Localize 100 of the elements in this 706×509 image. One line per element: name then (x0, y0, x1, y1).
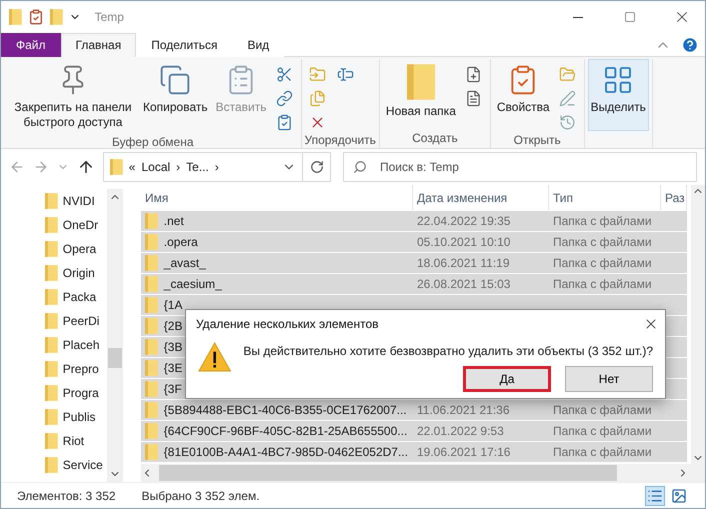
folder-icon (45, 361, 58, 377)
type-cell: Папка с файлами (553, 445, 652, 459)
folder-name[interactable]: Publis (62, 410, 96, 424)
file-row[interactable]: .opera 05.10.2021 10:10 Папка с файлами (141, 232, 687, 253)
folder-icon (145, 402, 158, 418)
file-name: {3F (164, 382, 182, 396)
folder-icon (145, 360, 158, 376)
breadcrumb[interactable]: « (128, 160, 136, 174)
folder-icon (145, 339, 158, 355)
pencil-icon (559, 90, 576, 106)
folder-name[interactable]: Placeh (62, 338, 100, 352)
folder-name[interactable]: Progra (62, 386, 99, 400)
breadcrumb[interactable]: Te... (186, 160, 209, 174)
refresh-button[interactable] (303, 152, 331, 182)
dialog-title: Удаление нескольких элементов (196, 317, 380, 331)
type-cell: Папка с файлами (553, 403, 652, 417)
column-header[interactable]: Дата изменения (413, 185, 549, 210)
dialog-message: Вы действительно хотите безвозвратно удалить эти объекты (3 352 шт.)? (243, 344, 653, 358)
folder-icon (45, 289, 58, 305)
help-icon[interactable] (681, 36, 699, 54)
folder-icon (45, 313, 58, 329)
ribbon-button[interactable]: Свойства (494, 59, 553, 133)
new-file-icon (465, 66, 482, 82)
column-header[interactable]: Раз (661, 185, 687, 210)
file-name: .opera (164, 235, 198, 249)
file-name: {3E (164, 361, 182, 375)
ribbon-tab[interactable]: Главная (60, 33, 136, 57)
folder-icon (50, 9, 63, 25)
breadcrumb[interactable]: › (176, 160, 180, 174)
image-icon (671, 488, 687, 504)
folder-icon (45, 241, 58, 257)
horizontal-scrollbar[interactable] (141, 464, 705, 482)
date-cell: 22.04.2022 19:35 (417, 214, 510, 228)
link-icon (276, 90, 293, 106)
group-label: Создать (411, 131, 459, 147)
ribbon-button[interactable]: Закрепить на панели быстрого доступа (8, 59, 138, 135)
file-row[interactable]: _caesium_ 26.08.2021 15:03 Папка с файлами (141, 274, 687, 295)
properties-icon[interactable] (28, 9, 44, 25)
group-label: Упорядочить (304, 133, 376, 148)
folder-name[interactable]: Origin (62, 266, 95, 280)
scrollbar[interactable] (691, 185, 705, 464)
dialog-button[interactable]: Да (463, 366, 551, 392)
folder-name[interactable]: Opera (62, 242, 96, 256)
folder-icon (145, 213, 158, 229)
ribbon-button[interactable]: Новая папка (382, 59, 459, 131)
folder-name[interactable]: NVIDI (62, 194, 95, 208)
history-icon (559, 114, 576, 130)
type-cell: Папка с файлами (553, 256, 652, 270)
folder-icon (45, 337, 58, 353)
folder-icon (45, 409, 58, 425)
folder-icon (145, 234, 158, 250)
search-field[interactable]: Поиск в: Temp (343, 152, 697, 182)
folder-icon (145, 381, 158, 397)
folder-name[interactable]: Service (62, 458, 103, 472)
folder-name[interactable]: Prepro (62, 362, 99, 376)
document-icon (465, 90, 482, 106)
folder-name[interactable]: Riot (62, 434, 84, 448)
ribbon-button[interactable]: Выделить (588, 59, 649, 131)
group-label: Буфер обмена (110, 135, 195, 149)
list-icon (647, 488, 663, 504)
folder-icon (45, 433, 58, 449)
column-header[interactable]: Тип (549, 185, 661, 210)
file-name: {81E0100B-A4A1-4BC7-985D-0462E052D7... (164, 445, 408, 459)
folder-icon (45, 385, 58, 401)
scroll-thumb[interactable] (108, 348, 122, 368)
details-view-button[interactable] (645, 486, 665, 506)
group-label: Открыть (512, 133, 562, 148)
file-row[interactable]: {64CF90CF-96BF-405C-82B1-25AB655500... 22.01.2022 9:53 Папка с файлами (141, 421, 687, 442)
folder-name[interactable]: OneDr (62, 218, 98, 232)
breadcrumb[interactable]: › (214, 160, 219, 174)
folder-icon (406, 64, 436, 100)
file-name: {1A (164, 298, 182, 312)
search-icon (353, 160, 367, 174)
file-row[interactable]: {5B894488-EBC1-40C6-B355-0CE1762007... 11.06.2021 21:36 Папка с файлами (141, 400, 687, 421)
folder-icon (45, 193, 58, 209)
folder-icon (145, 318, 158, 334)
selection-count: Выбрано 3 352 элем. (142, 488, 260, 502)
folder-name[interactable]: PeerDi (62, 314, 100, 328)
copy-icon (159, 64, 192, 96)
warning-icon (198, 340, 232, 374)
dialog-button[interactable]: Нет (565, 366, 653, 392)
scissors-icon (276, 66, 293, 82)
column-header[interactable]: Имя (141, 185, 413, 210)
file-row[interactable]: {81E0100B-A4A1-4BC7-985D-0462E052D7... 19.06.2021 17:16 Папка с файлами (141, 442, 687, 463)
type-cell: Папка с файлами (553, 214, 652, 228)
ribbon-button[interactable]: Копировать (140, 59, 211, 135)
rename-icon (337, 66, 354, 82)
folder-name[interactable]: Packa (62, 290, 96, 304)
folder-icon (45, 217, 58, 233)
file-row[interactable]: .net 22.04.2022 19:35 Папка с файлами (141, 211, 687, 232)
file-name: {3B (164, 340, 182, 354)
scrollbar[interactable] (107, 189, 123, 482)
date-cell: 18.06.2021 11:19 (417, 256, 510, 270)
breadcrumb[interactable]: Local (141, 160, 170, 174)
clipboard-icon (276, 114, 293, 130)
ribbon-tab[interactable]: Файл (1, 33, 61, 57)
up-icon[interactable] (77, 158, 95, 176)
address-field[interactable]: « Local › Te... › (103, 152, 303, 182)
file-row[interactable]: _avast_ 18.06.2021 11:19 Папка с файлами (141, 253, 687, 274)
date-cell: 22.01.2022 9:53 (417, 424, 504, 438)
